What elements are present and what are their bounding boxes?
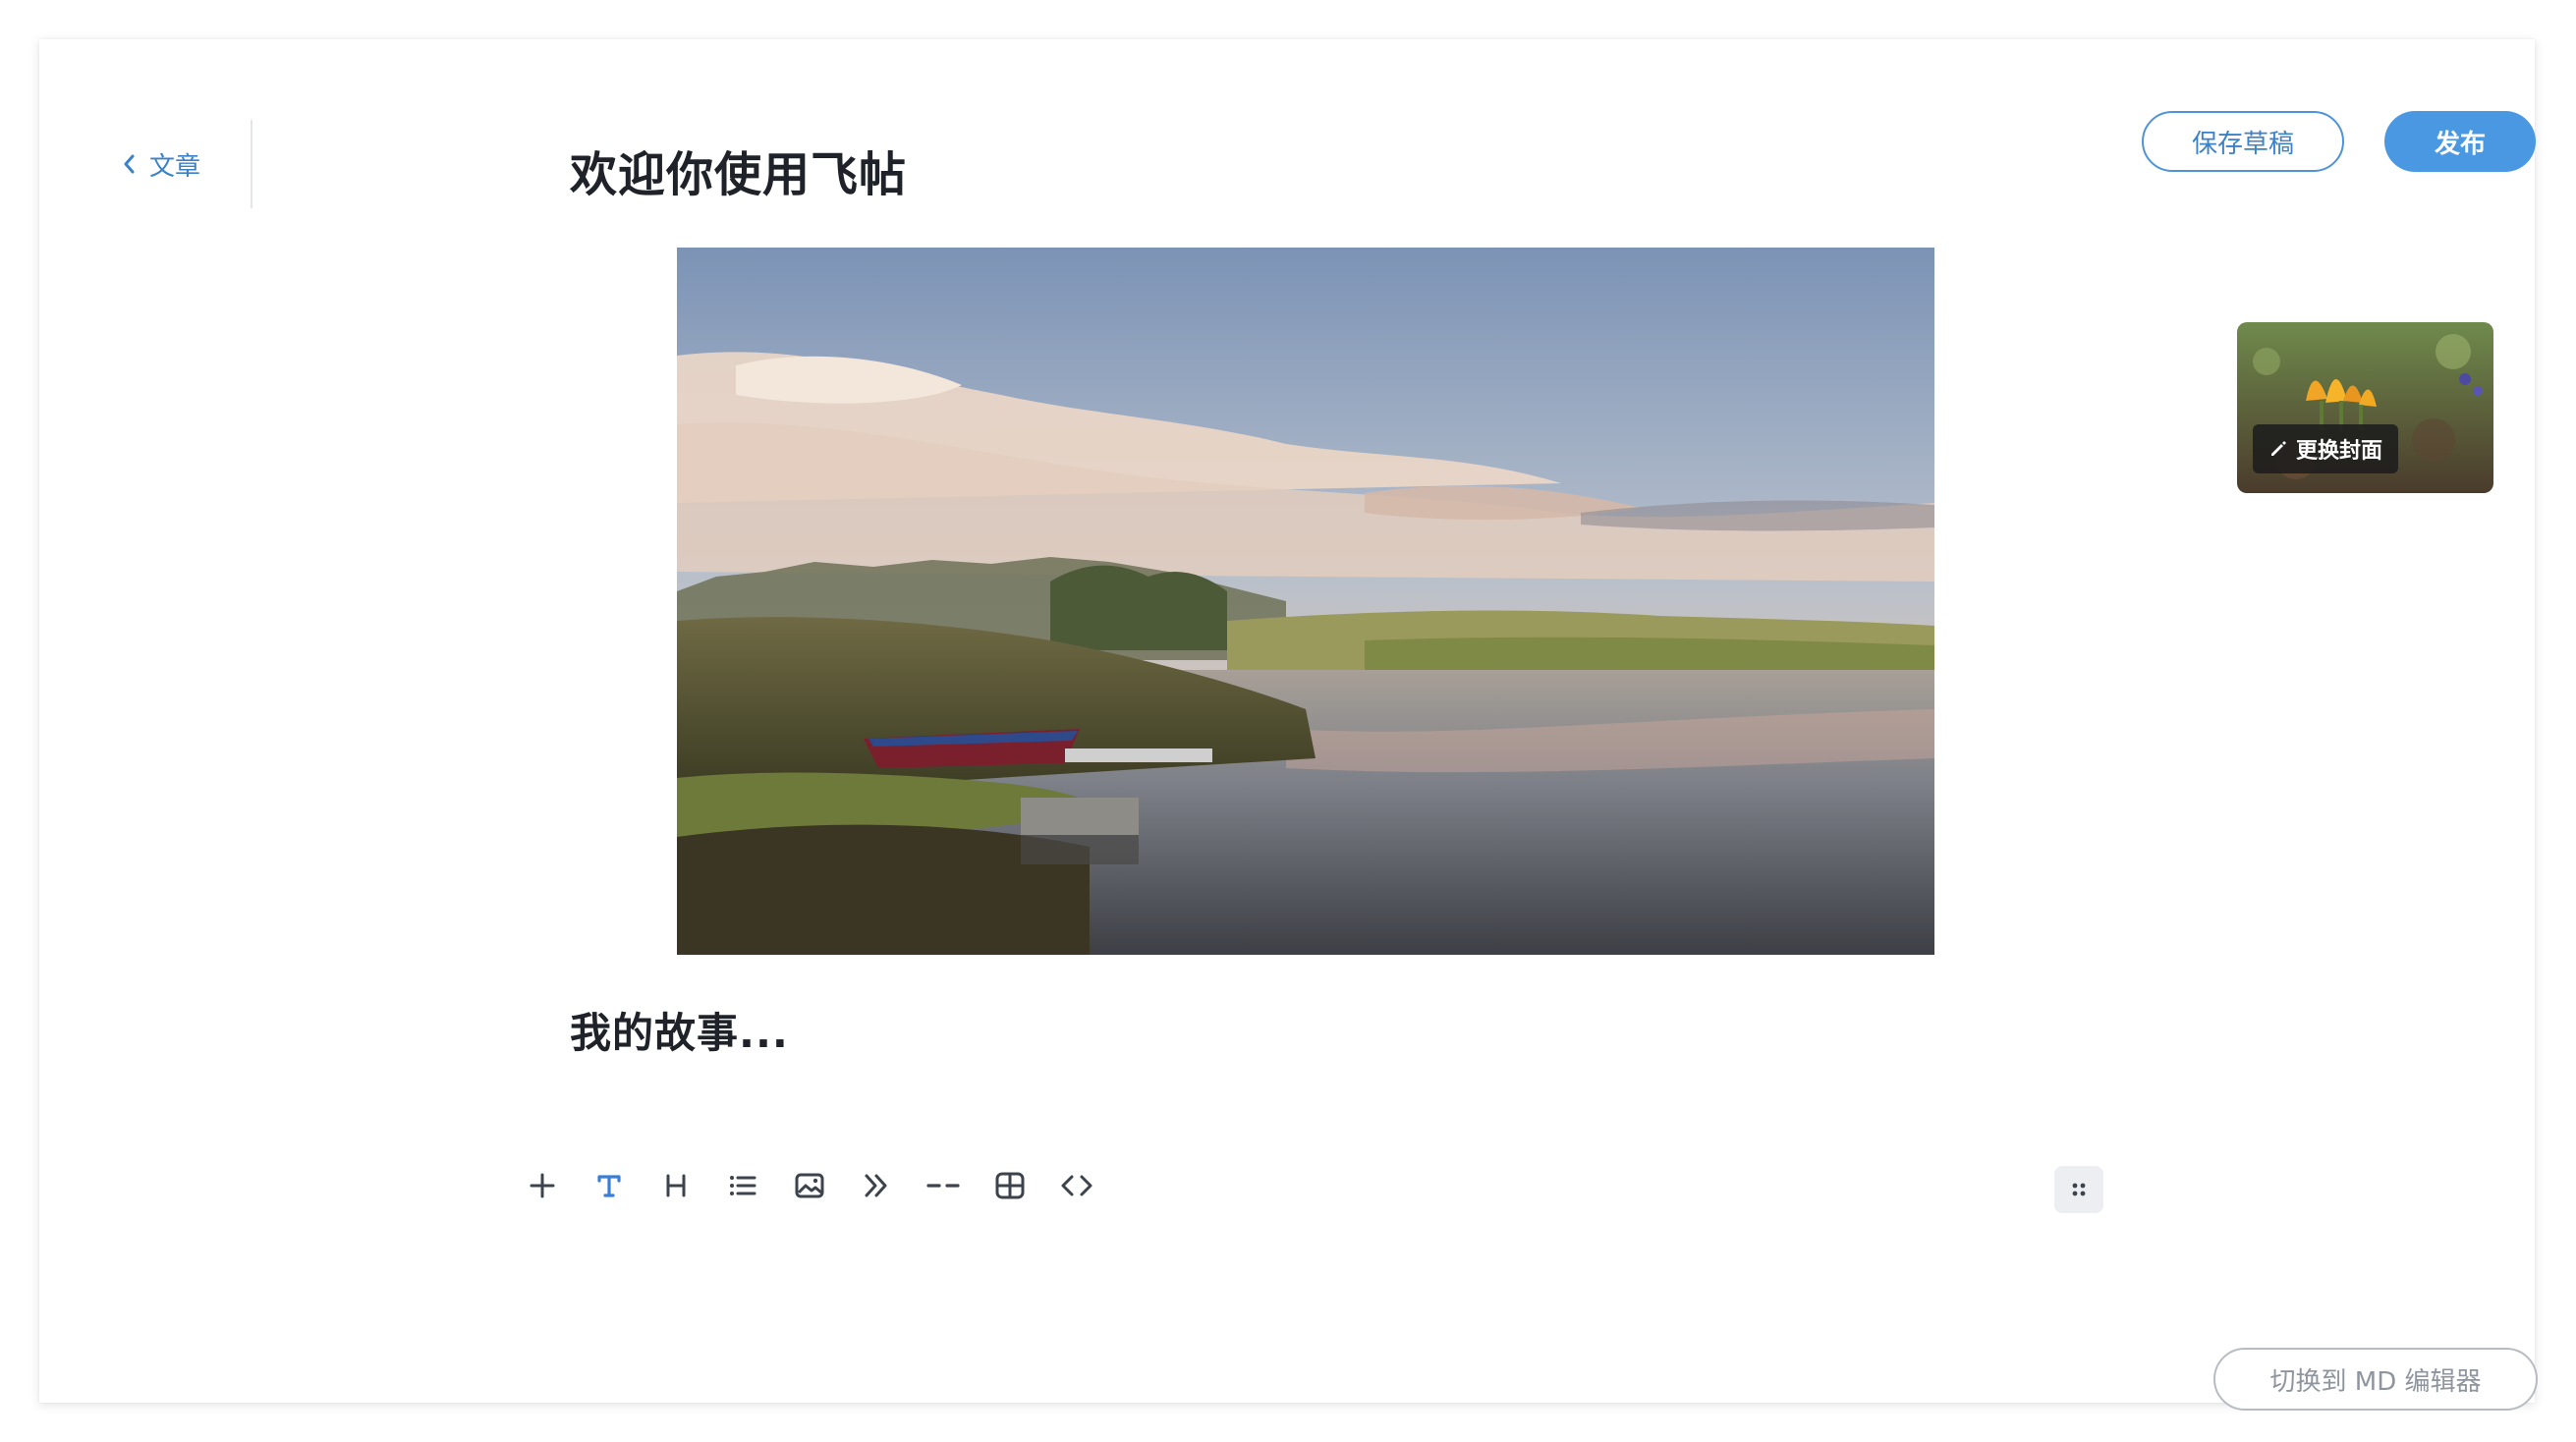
header-divider (251, 120, 252, 208)
chevron-left-icon (124, 154, 135, 174)
toolbar-image-button[interactable] (785, 1161, 834, 1210)
change-cover-label: 更换封面 (2296, 439, 2383, 464)
list-icon (730, 1176, 756, 1195)
toolbar-heading-button[interactable] (651, 1161, 700, 1210)
save-draft-button[interactable]: 保存草稿 (2142, 111, 2344, 172)
document-title[interactable]: 欢迎你使用飞帖 (570, 136, 907, 204)
toolbar-list-button[interactable] (718, 1161, 767, 1210)
heading-icon (666, 1174, 686, 1197)
image-icon (795, 1173, 824, 1198)
toolbar-code-button[interactable] (1052, 1161, 1101, 1210)
back-label: 文章 (149, 151, 201, 182)
toolbar-divider-button[interactable] (919, 1161, 968, 1210)
toolbar-table-button[interactable] (985, 1161, 1035, 1210)
code-icon (1061, 1175, 1092, 1196)
lake-landscape-image (677, 248, 1934, 955)
block-toolbar (518, 1161, 1119, 1210)
plus-icon (530, 1173, 555, 1198)
text-icon (597, 1175, 621, 1197)
cover-image-thumbnail[interactable]: 更换封面 (2237, 322, 2493, 493)
toolbar-add-button[interactable] (518, 1161, 567, 1210)
toolbar-text-button[interactable] (585, 1161, 634, 1210)
pencil-icon (2271, 441, 2286, 456)
content-image-lake[interactable] (677, 248, 1934, 955)
drag-dots-icon (2072, 1183, 2086, 1196)
publish-button[interactable]: 发布 (2384, 111, 2536, 172)
toolbar-quote-button[interactable] (852, 1161, 901, 1210)
block-drag-handle[interactable] (2054, 1166, 2103, 1213)
change-cover-button[interactable]: 更换封面 (2253, 424, 2399, 473)
editor-page: 文章 欢迎你使用飞帖 保存草稿 发布 更换封面 我的故事... 切换到 MD 编… (39, 39, 2538, 1411)
quote-icon (865, 1174, 887, 1197)
back-to-articles-link[interactable]: 文章 (120, 143, 200, 185)
divider-icon (926, 1184, 960, 1188)
story-heading[interactable]: 我的故事... (570, 1000, 789, 1060)
switch-to-md-editor-button[interactable]: 切换到 MD 编辑器 (2213, 1348, 2538, 1411)
table-icon (995, 1172, 1025, 1199)
